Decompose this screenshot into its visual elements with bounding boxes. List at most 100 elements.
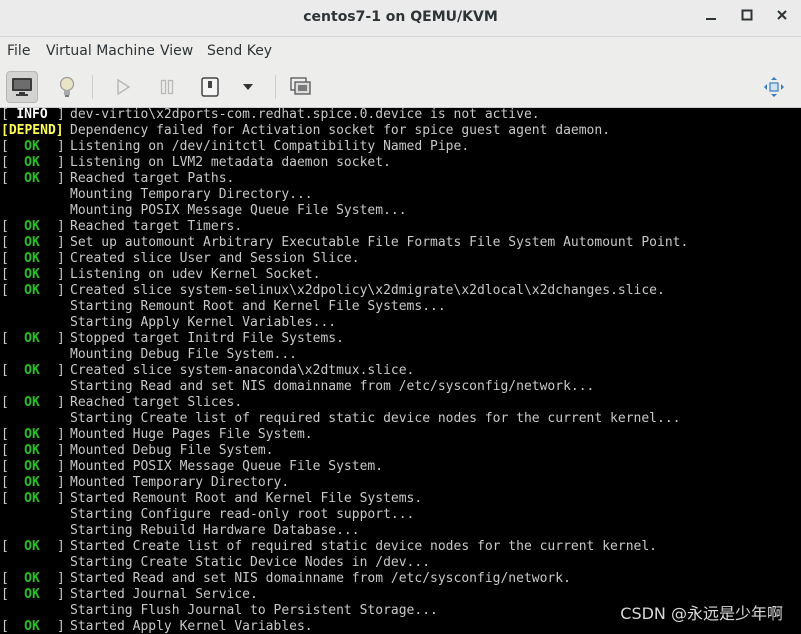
run-icon[interactable] <box>107 71 139 103</box>
status-bracket-right: ] <box>57 139 65 154</box>
console-message: Set up automount Arbitrary Executable Fi… <box>70 235 689 250</box>
vm-console-screen[interactable]: [INFO] dev-virtio\x2dports-com.redhat.spi… <box>0 108 801 634</box>
status-bracket-right: ] <box>57 155 65 170</box>
console-line: Starting Read and set NIS domainname fro… <box>0 379 801 395</box>
console-message: Created slice system-selinux\x2dpolicy\x… <box>70 283 665 298</box>
console-message: Reached target Timers. <box>70 219 243 234</box>
console-line: Starting Rebuild Hardware Database... <box>0 523 801 539</box>
console-line: [OK] Listening on /dev/initctl Compatibil… <box>0 139 801 155</box>
status-word: OK <box>24 443 40 458</box>
console-message: Starting Configure read-only root suppor… <box>70 507 415 522</box>
console-message: Reached target Paths. <box>70 171 235 186</box>
console-icon[interactable] <box>6 71 38 103</box>
console-message: Listening on /dev/initctl Compatibility … <box>70 139 470 154</box>
status-bracket-right: ] <box>57 219 65 234</box>
close-icon[interactable] <box>771 7 793 29</box>
console-line: [OK] Mounted Debug File System. <box>0 443 801 459</box>
status-word: OK <box>24 539 40 554</box>
console-line: [OK] Created slice system-selinux\x2dpoli… <box>0 283 801 299</box>
status-bracket-right: ] <box>57 395 65 410</box>
status-bracket-right: ] <box>57 283 65 298</box>
console-message: Mounting POSIX Message Queue File System… <box>70 203 407 218</box>
console-line: [OK] Started Create list of required stat… <box>0 539 801 555</box>
status-word: OK <box>24 235 40 250</box>
console-status-ok: [OK] <box>1 587 67 603</box>
console-status-ok: [OK] <box>1 443 67 459</box>
console-line: [OK] Reached target Paths. <box>0 171 801 187</box>
console-line: [OK] Listening on udev Kernel Socket. <box>0 267 801 283</box>
status-word: OK <box>24 475 40 490</box>
status-word: OK <box>24 267 40 282</box>
console-message: Starting Create Static Device Nodes in /… <box>70 555 431 570</box>
console-message: Listening on LVM2 metadata daemon socket… <box>70 155 391 170</box>
minimize-icon[interactable] <box>700 7 722 29</box>
status-bracket-right: ] <box>57 267 65 282</box>
toolbar <box>0 67 801 108</box>
console-message: Mounted Temporary Directory. <box>70 475 290 490</box>
console-status-ok: [OK] <box>1 235 67 251</box>
status-bracket-right: ] <box>57 459 65 474</box>
status-word: OK <box>24 363 40 378</box>
status-bracket-right: ] <box>57 587 65 602</box>
status-word: OK <box>24 219 40 234</box>
console-message: Stopped target Initrd File Systems. <box>70 331 344 346</box>
console-line: Starting Remount Root and Kernel File Sy… <box>0 299 801 315</box>
dropdown-chevron-icon[interactable] <box>232 71 264 103</box>
status-bracket-right: ] <box>57 619 65 634</box>
status-word: OK <box>24 427 40 442</box>
console-status-ok: [OK] <box>1 171 67 187</box>
console-message: Starting Read and set NIS domainname fro… <box>70 379 595 394</box>
console-line: Starting Apply Kernel Variables... <box>0 315 801 331</box>
console-status-ok: [OK] <box>1 155 67 171</box>
toolbar-separator <box>275 75 276 99</box>
console-line: [OK] Mounted Temporary Directory. <box>0 475 801 491</box>
console-message: Mounting Temporary Directory... <box>70 187 313 202</box>
status-word: OK <box>24 331 40 346</box>
status-word: [DEPEND] <box>1 123 64 138</box>
status-bracket-right: ] <box>57 251 65 266</box>
pause-icon[interactable] <box>151 71 183 103</box>
snapshot-icon[interactable] <box>285 71 317 103</box>
console-status-ok: [OK] <box>1 395 67 411</box>
console-line: [OK] Listening on LVM2 metadata daemon so… <box>0 155 801 171</box>
menu-virtual-machine[interactable]: Virtual Machine <box>46 43 155 59</box>
status-word: OK <box>24 491 40 506</box>
menu-send-key[interactable]: Send Key <box>207 43 272 59</box>
console-status-ok: [OK] <box>1 427 67 443</box>
console-message: Dependency failed for Activation socket … <box>70 123 611 138</box>
console-line: [OK] Created slice User and Session Slice… <box>0 251 801 267</box>
console-status-ok: [OK] <box>1 331 67 347</box>
console-line: [INFO] dev-virtio\x2dports-com.redhat.spi… <box>0 108 801 123</box>
details-bulb-icon[interactable] <box>51 71 83 103</box>
console-line: Mounting Debug File System... <box>0 347 801 363</box>
console-line: [OK] Started Remount Root and Kernel File… <box>0 491 801 507</box>
status-word: OK <box>24 155 40 170</box>
maximize-icon[interactable] <box>736 7 758 29</box>
menu-view[interactable]: View <box>160 43 193 59</box>
console-status-ok: [OK] <box>1 475 67 491</box>
status-word: OK <box>24 139 40 154</box>
status-word: OK <box>24 587 40 602</box>
console-line: Mounting Temporary Directory... <box>0 187 801 203</box>
console-status-ok: [OK] <box>1 619 67 634</box>
window-titlebar[interactable]: centos7-1 on QEMU/KVM <box>0 0 801 37</box>
fullscreen-icon[interactable] <box>758 71 790 103</box>
console-line: [OK] Created slice system-anaconda\x2dtmu… <box>0 363 801 379</box>
console-status-ok: [OK] <box>1 571 67 587</box>
console-message: Listening on udev Kernel Socket. <box>70 267 321 282</box>
menu-file[interactable]: File <box>7 43 30 59</box>
status-word: OK <box>24 395 40 410</box>
status-bracket-right: ] <box>57 491 65 506</box>
console-message: Created slice system-anaconda\x2dtmux.sl… <box>70 363 415 378</box>
status-bracket-right: ] <box>57 363 65 378</box>
console-line: Starting Create Static Device Nodes in /… <box>0 555 801 571</box>
console-message: Mounted Huge Pages File System. <box>70 427 313 442</box>
shutdown-icon[interactable] <box>194 71 226 103</box>
status-word: OK <box>24 171 40 186</box>
status-bracket-right: ] <box>57 539 65 554</box>
status-word: OK <box>24 283 40 298</box>
console-message: Started Create list of required static d… <box>70 539 657 554</box>
toolbar-separator <box>92 75 93 99</box>
console-line: [OK] Started Read and set NIS domainname … <box>0 571 801 587</box>
status-bracket-right: ] <box>57 427 65 442</box>
